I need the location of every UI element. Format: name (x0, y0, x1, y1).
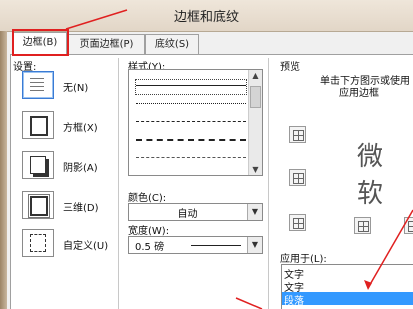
line-style-dotted[interactable] (136, 103, 246, 104)
apply-to-dropdown[interactable]: 文字 文字 段落 (281, 264, 413, 309)
apply-to-option-paragraph-label: 段落 (284, 296, 304, 307)
color-dropdown[interactable]: 自动 ▼ (128, 203, 263, 221)
setting-custom-label: 自定义(U) (63, 241, 109, 252)
line-style-list[interactable]: ▲ ▼ (128, 69, 263, 176)
width-heading: 宽度(W): (128, 226, 170, 237)
line-style-selected (135, 79, 247, 95)
borders-and-shading-dialog: 边框和底纹 边框(B) 页面边框(P) 底纹(S) 设置: 无(N) 方框(X)… (0, 0, 413, 309)
setting-shadow-label: 阴影(A) (63, 163, 98, 174)
setting-none-label: 无(N) (63, 83, 89, 94)
setting-box-button[interactable] (22, 111, 54, 139)
border-bottom-icon (293, 218, 304, 229)
width-dropdown[interactable]: 0.5 磅 ▼ (128, 236, 263, 254)
width-line-sample (191, 245, 241, 246)
left-border-button[interactable] (354, 217, 371, 234)
tab-page-border[interactable]: 页面边框(P) (68, 34, 145, 54)
setting-3d-button[interactable] (22, 191, 54, 219)
setting-3d-icon (28, 194, 50, 218)
window-title: 边框和底纹 (173, 10, 239, 25)
column-divider (268, 58, 269, 309)
color-heading: 颜色(C): (128, 193, 167, 204)
setting-3d-label: 三维(D) (63, 203, 99, 214)
top-border-button[interactable] (289, 126, 306, 143)
apply-to-heading: 应用于(L): (280, 254, 327, 265)
setting-none-icon (30, 76, 44, 92)
color-value: 自动 (177, 209, 198, 220)
line-style-dashed[interactable] (136, 139, 246, 141)
tab-page-border-label: 页面边框(P) (79, 39, 134, 50)
preview-heading: 预览 (280, 62, 300, 73)
preview-sample-text: 微软 (357, 142, 387, 209)
apply-to-option-paragraph[interactable]: 段落 (282, 292, 413, 307)
border-inside-icon (293, 173, 304, 184)
setting-box-label: 方框(X) (63, 123, 98, 134)
scroll-thumb[interactable] (250, 86, 261, 108)
setting-shadow-icon (30, 156, 46, 174)
middle-border-button[interactable] (289, 169, 306, 186)
chevron-down-icon[interactable]: ▼ (247, 204, 262, 220)
setting-shadow-button[interactable] (22, 151, 54, 179)
bottom-border-button[interactable] (289, 214, 306, 231)
border-left-icon (358, 221, 369, 232)
border-right-icon (408, 221, 413, 232)
scroll-down-icon[interactable]: ▼ (249, 165, 262, 174)
column-divider (118, 58, 119, 309)
scroll-up-icon[interactable]: ▲ (249, 71, 262, 80)
tab-shading[interactable]: 底纹(S) (145, 34, 199, 54)
chevron-down-icon[interactable]: ▼ (247, 237, 262, 253)
tab-shading-label: 底纹(S) (154, 39, 190, 50)
line-style-solid[interactable] (136, 85, 246, 86)
border-top-icon (293, 130, 304, 141)
style-list-scrollbar[interactable]: ▲ ▼ (248, 70, 262, 175)
setting-none-button[interactable] (22, 71, 54, 99)
line-style-dash-dot[interactable] (136, 157, 246, 158)
width-value: 0.5 磅 (135, 242, 165, 253)
setting-custom-button[interactable] (22, 229, 54, 257)
annotation-highlight-box (12, 29, 69, 56)
line-style-dashed-fine[interactable] (136, 121, 246, 122)
setting-box-icon (30, 116, 48, 136)
title-bar: 边框和底纹 (0, 0, 413, 32)
background-strip (0, 31, 7, 309)
right-border-button[interactable] (404, 217, 413, 234)
preview-hint-line2: 应用边框 (339, 88, 379, 99)
setting-custom-icon (30, 234, 46, 252)
